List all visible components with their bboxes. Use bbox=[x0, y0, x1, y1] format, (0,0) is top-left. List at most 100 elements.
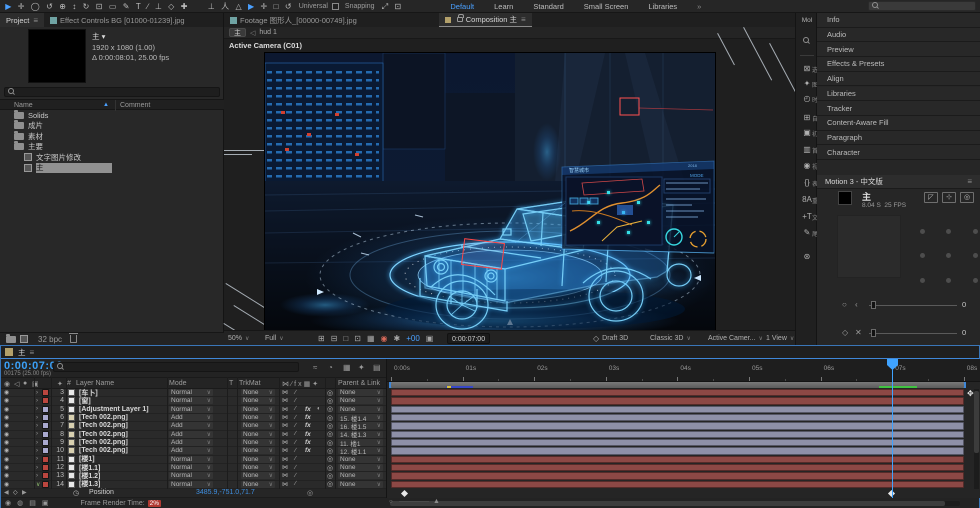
axis-tool-icon[interactable]: ⊥ bbox=[155, 0, 162, 13]
tab-motion3[interactable]: Motion 3 - 中文版 ≡ bbox=[817, 174, 980, 190]
layer-name[interactable]: [Tech 002.png] bbox=[79, 422, 167, 429]
tab-tracker[interactable]: Tracker bbox=[817, 101, 980, 116]
blend-mode-dropdown[interactable]: Normal ∨ bbox=[169, 464, 213, 472]
layer-duration-bar[interactable] bbox=[391, 455, 964, 463]
workspace-default[interactable]: Default bbox=[450, 2, 474, 11]
box-icon[interactable]: □ bbox=[274, 0, 279, 13]
breadcrumb-sub[interactable]: hud 1 bbox=[259, 29, 277, 36]
parent-link-dropdown[interactable]: None ∨ bbox=[338, 464, 383, 472]
trkmat-dropdown[interactable]: None ∨ bbox=[241, 414, 275, 422]
fx-badge-icon[interactable]: fx bbox=[305, 414, 311, 421]
fx-badge-icon[interactable]: fx bbox=[305, 431, 311, 438]
column-layer-name[interactable]: Layer Name bbox=[76, 380, 114, 387]
gear-icon[interactable]: ⊛ bbox=[796, 252, 818, 261]
twirl-icon[interactable]: › bbox=[36, 406, 38, 412]
tab-content-aware-fill[interactable]: Content-Aware Fill bbox=[817, 115, 980, 131]
panel-menu-icon[interactable]: ≡ bbox=[30, 348, 35, 357]
project-search[interactable] bbox=[4, 87, 220, 97]
project-item[interactable]: 成片 bbox=[0, 120, 224, 132]
composition-mini-flowchart-icon[interactable]: ≈ bbox=[313, 363, 317, 372]
transparency-grid-icon[interactable]: ▦ bbox=[367, 334, 375, 343]
label-color-swatch[interactable] bbox=[42, 422, 49, 430]
blend-mode-dropdown[interactable]: Add ∨ bbox=[169, 430, 213, 438]
crop-icon[interactable]: ⊡ bbox=[394, 0, 401, 13]
label-color-swatch[interactable] bbox=[42, 455, 49, 463]
new-composition-icon[interactable] bbox=[20, 335, 28, 343]
pickwhip-icon[interactable]: ◎ bbox=[327, 439, 333, 447]
flowchart-icon[interactable]: ▣ bbox=[42, 499, 49, 507]
new-folder-icon[interactable] bbox=[6, 333, 16, 343]
slider-handle[interactable] bbox=[871, 329, 876, 337]
layer-name[interactable]: [Adjustment Layer 1] bbox=[79, 406, 167, 413]
parent-link-dropdown[interactable]: None ∨ bbox=[338, 455, 383, 463]
adjustment-layer-icon[interactable]: ◐ bbox=[317, 406, 321, 412]
workspace-overflow-icon[interactable]: » bbox=[697, 2, 701, 11]
blend-mode-dropdown[interactable]: Normal ∨ bbox=[169, 472, 213, 480]
cursor-bounds-button[interactable]: ◸ bbox=[924, 192, 938, 203]
quality-switch-icon[interactable]: ⋈ bbox=[282, 431, 288, 438]
guides-icon[interactable]: ⊟ bbox=[331, 334, 338, 343]
motion-blur-icon[interactable]: ✦ bbox=[358, 363, 365, 372]
trkmat-dropdown[interactable]: None ∨ bbox=[241, 472, 275, 480]
motion-blur-switch-icon[interactable]: ∕ bbox=[295, 465, 296, 471]
blend-mode-dropdown[interactable]: Normal ∨ bbox=[169, 405, 213, 413]
viewer-timecode[interactable]: 0:00:07:00 bbox=[447, 333, 491, 344]
blend-mode-dropdown[interactable]: Normal ∨ bbox=[169, 397, 213, 405]
blend-mode-dropdown[interactable]: Normal ∨ bbox=[169, 480, 213, 488]
workspace-standard[interactable]: Standard bbox=[533, 2, 563, 11]
twirl-icon[interactable]: › bbox=[36, 440, 38, 446]
twirl-icon[interactable]: › bbox=[36, 415, 38, 421]
project-search-input[interactable] bbox=[19, 87, 216, 97]
panel-menu-icon[interactable]: ≡ bbox=[521, 15, 526, 24]
anchor-target-button[interactable]: ◎ bbox=[960, 192, 974, 203]
fx-badge-icon[interactable]: fx bbox=[305, 406, 311, 413]
label-color-swatch[interactable] bbox=[42, 464, 49, 472]
quality-switch-icon[interactable]: ⋈ bbox=[282, 422, 288, 429]
trkmat-dropdown[interactable]: None ∨ bbox=[241, 464, 275, 472]
keyframe-toggle-icon[interactable]: ◇ bbox=[13, 489, 18, 496]
tab-footage[interactable]: Footage 图形人_[00000-00749].jpg bbox=[224, 13, 363, 27]
eye-icon[interactable]: ◉ bbox=[4, 456, 9, 463]
trkmat-dropdown[interactable]: None ∨ bbox=[241, 389, 275, 397]
tab-preview[interactable]: Preview bbox=[817, 42, 980, 58]
selection-tool-icon[interactable]: ▶ bbox=[5, 0, 11, 13]
shy-layers-icon[interactable]: ◔ bbox=[328, 363, 333, 372]
eye-icon[interactable]: ◉ bbox=[4, 464, 9, 471]
label-color-swatch[interactable] bbox=[42, 480, 49, 488]
workspace-libraries[interactable]: Libraries bbox=[648, 2, 677, 11]
blend-mode-dropdown[interactable]: Normal ∨ bbox=[169, 389, 213, 397]
fx-badge-icon[interactable]: fx bbox=[305, 422, 311, 429]
region-of-interest-icon[interactable]: ⊡ bbox=[354, 334, 361, 343]
trkmat-dropdown[interactable]: None ∨ bbox=[241, 397, 275, 405]
timeline-graph-area[interactable]: 0:00s 01s 02s 03s 04s 05s 06s 07s 08s ✥ bbox=[386, 359, 980, 498]
pickwhip-icon[interactable]: ◎ bbox=[327, 397, 333, 405]
trash-icon[interactable] bbox=[69, 333, 79, 343]
pickwhip-icon[interactable]: ◎ bbox=[327, 405, 333, 413]
graph-editor-icon[interactable]: ▤ bbox=[373, 363, 381, 372]
layer-duration-bar[interactable] bbox=[391, 463, 964, 472]
blend-mode-dropdown[interactable]: Add ∨ bbox=[169, 422, 213, 430]
pickwhip-icon[interactable]: ◎ bbox=[327, 455, 333, 463]
slider-track[interactable] bbox=[869, 329, 957, 337]
label-color-swatch[interactable] bbox=[42, 405, 49, 413]
stopwatch-icon[interactable]: ◷ bbox=[73, 489, 79, 497]
label-color-swatch[interactable] bbox=[42, 414, 49, 422]
local-axis-icon[interactable]: ⊥ bbox=[208, 0, 215, 13]
shape-tool-icon[interactable]: ◇ bbox=[168, 0, 174, 13]
label-color-swatch[interactable] bbox=[42, 447, 49, 455]
chevron-left-icon[interactable]: ‹ bbox=[855, 300, 858, 309]
search-icon[interactable] bbox=[796, 37, 818, 47]
column-t[interactable]: T bbox=[229, 380, 233, 387]
motion-blur-switch-icon[interactable]: ∕ bbox=[295, 481, 296, 487]
composition-viewport[interactable]: 智慧城市 2018 MODE bbox=[264, 52, 716, 340]
layer-duration-bar[interactable] bbox=[391, 422, 964, 430]
eye-icon[interactable]: ◉ bbox=[4, 447, 9, 454]
motion-preview-box[interactable] bbox=[837, 215, 901, 278]
twirl-icon[interactable]: › bbox=[36, 431, 38, 437]
grid-icon[interactable]: ⊞ bbox=[318, 334, 325, 343]
layer-row[interactable]: ◉ ∨ 14 [楼1.3] Normal ∨ None ∨ ⋈ ∕ ◎ None ∨ bbox=[1, 480, 386, 489]
fx-badge-icon[interactable]: fx bbox=[305, 447, 311, 454]
quality-switch-icon[interactable]: ⋈ bbox=[282, 439, 288, 446]
blend-mode-dropdown[interactable]: Add ∨ bbox=[169, 414, 213, 422]
slider-value[interactable]: 0 bbox=[962, 328, 966, 337]
